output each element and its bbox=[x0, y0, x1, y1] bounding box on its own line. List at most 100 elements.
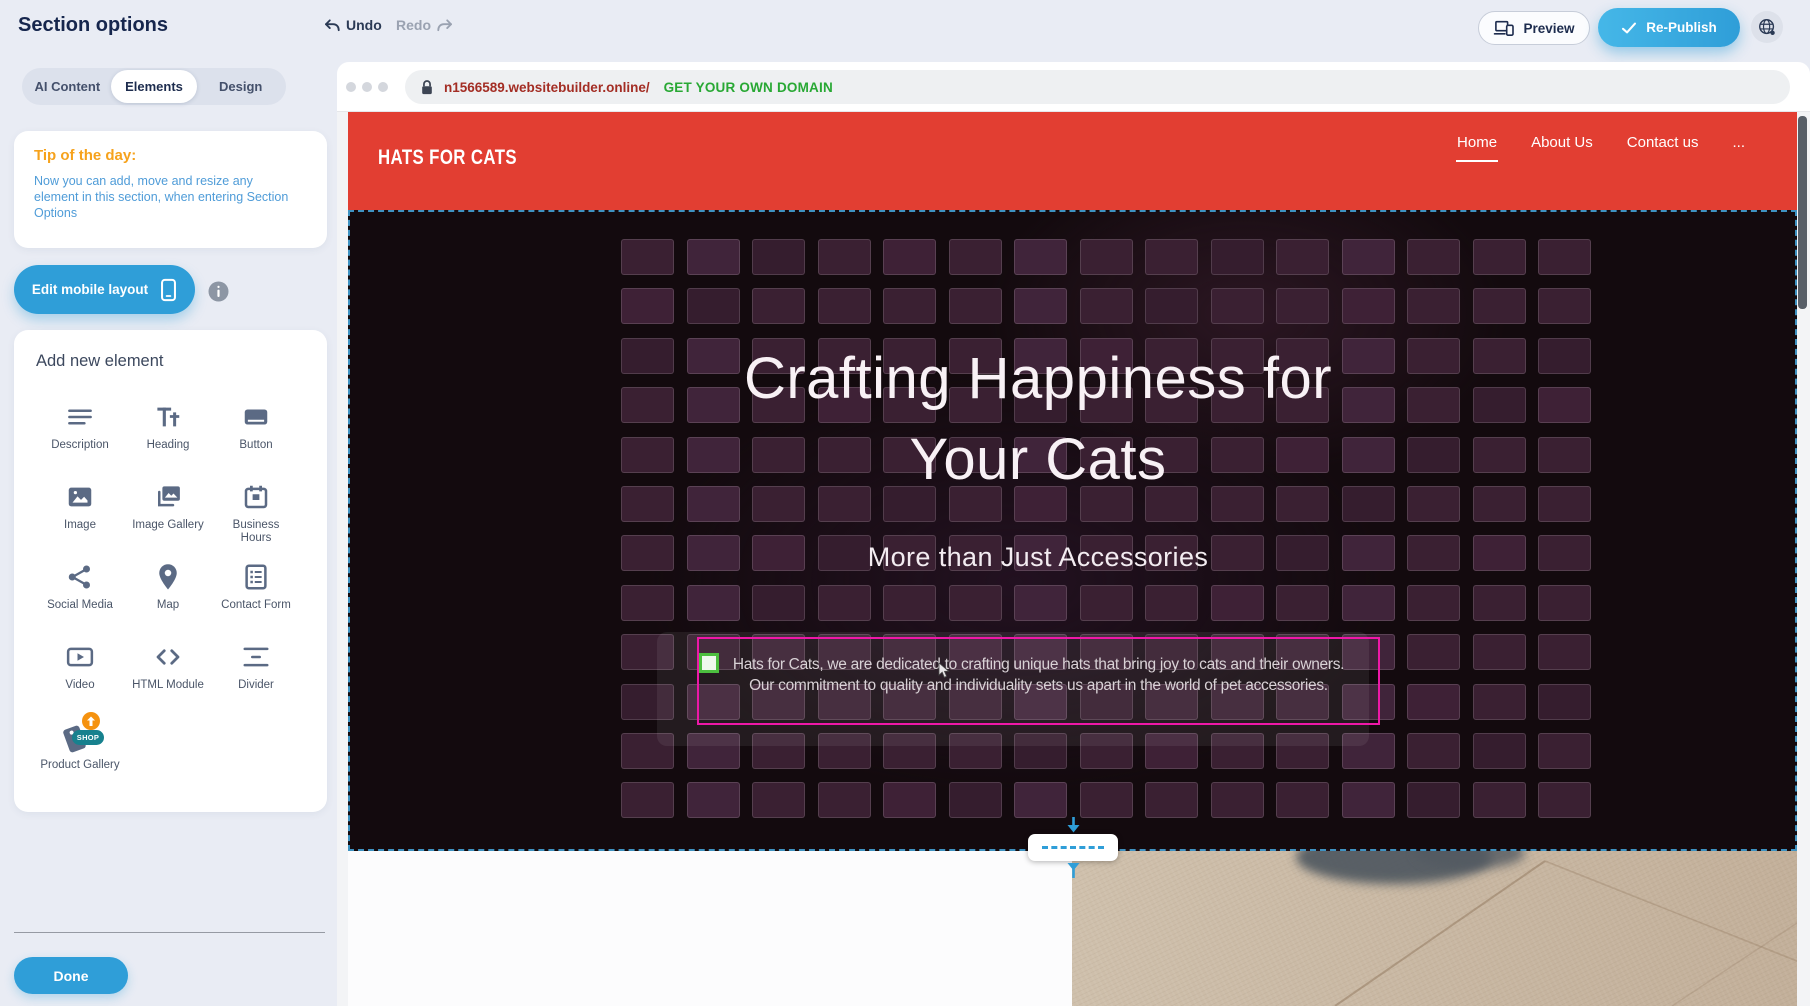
hero-tile bbox=[1014, 288, 1067, 324]
hero-tile bbox=[687, 288, 740, 324]
hero-tile bbox=[1014, 239, 1067, 275]
republish-label: Re-Publish bbox=[1646, 20, 1717, 35]
page-scrollbar-thumb[interactable] bbox=[1798, 116, 1807, 309]
browser-chrome: n1566589.websitebuilder.online/ GET YOUR… bbox=[337, 62, 1810, 112]
site-url[interactable]: n1566589.websitebuilder.online/ bbox=[444, 80, 650, 95]
hero-tile bbox=[752, 782, 805, 818]
hero-tile bbox=[1211, 288, 1264, 324]
section-resize-handle[interactable] bbox=[1028, 817, 1118, 881]
window-dots bbox=[346, 82, 388, 92]
arrow-up-icon bbox=[1066, 861, 1081, 878]
sidebar-tabs: AI Content Elements Design bbox=[22, 68, 286, 105]
hero-tile bbox=[949, 782, 1002, 818]
hero-section[interactable]: Crafting Happiness for Your Cats More th… bbox=[348, 210, 1797, 851]
element-image[interactable]: Image bbox=[36, 471, 124, 551]
redo-button[interactable]: Redo bbox=[396, 17, 454, 33]
site-nav: Home About Us Contact us ... bbox=[1457, 134, 1745, 151]
tip-title: Tip of the day: bbox=[34, 147, 307, 164]
tip-body: Now you can add, move and resize any ele… bbox=[34, 173, 292, 221]
done-button[interactable]: Done bbox=[14, 957, 128, 994]
hero-tile bbox=[1538, 634, 1591, 670]
element-button[interactable]: Button bbox=[212, 391, 300, 471]
hero-tile bbox=[621, 782, 674, 818]
hero-tile bbox=[1407, 634, 1460, 670]
heading-tt-icon bbox=[152, 401, 184, 433]
hero-tile bbox=[1407, 288, 1460, 324]
element-contact-form[interactable]: Contact Form bbox=[212, 551, 300, 631]
hero-tile bbox=[818, 585, 871, 621]
tab-elements[interactable]: Elements bbox=[111, 70, 198, 103]
hero-tile bbox=[1538, 733, 1591, 769]
hero-tile bbox=[1211, 782, 1264, 818]
hero-tile bbox=[1407, 733, 1460, 769]
info-icon[interactable] bbox=[208, 281, 229, 302]
window-dot bbox=[346, 82, 356, 92]
text-lines-icon bbox=[64, 401, 96, 433]
element-business-hours[interactable]: Business Hours bbox=[212, 471, 300, 551]
element-map[interactable]: Map bbox=[124, 551, 212, 631]
hero-tile bbox=[1211, 239, 1264, 275]
republish-button[interactable]: Re-Publish bbox=[1598, 8, 1740, 47]
hero-subheading[interactable]: More than Just Accessories bbox=[698, 542, 1378, 573]
next-section-background[interactable] bbox=[348, 851, 1072, 1006]
hero-tile bbox=[1014, 782, 1067, 818]
tab-ai-content[interactable]: AI Content bbox=[24, 70, 111, 103]
hero-tile bbox=[1538, 387, 1591, 423]
hero-description-selected[interactable]: Hats for Cats, we are dedicated to craft… bbox=[697, 637, 1380, 725]
hero-tile bbox=[1407, 338, 1460, 374]
tab-design[interactable]: Design bbox=[197, 70, 284, 103]
element-social-media[interactable]: Social Media bbox=[36, 551, 124, 631]
hero-tile bbox=[1145, 288, 1198, 324]
form-icon bbox=[240, 561, 272, 593]
site-logo[interactable]: HATS FOR CATS bbox=[378, 146, 517, 170]
element-video[interactable]: Video bbox=[36, 631, 124, 711]
get-domain-link[interactable]: GET YOUR OWN DOMAIN bbox=[664, 80, 833, 95]
address-bar[interactable]: n1566589.websitebuilder.online/ GET YOUR… bbox=[405, 70, 1790, 104]
hero-tile bbox=[1473, 535, 1526, 571]
hero-tile bbox=[621, 387, 674, 423]
hero-tile bbox=[621, 585, 674, 621]
hero-tile bbox=[1538, 437, 1591, 473]
element-heading[interactable]: Heading bbox=[124, 391, 212, 471]
hero-tile bbox=[883, 585, 936, 621]
hero-tile bbox=[1407, 486, 1460, 522]
undo-icon bbox=[323, 18, 340, 33]
hero-tile bbox=[1473, 239, 1526, 275]
window-dot bbox=[378, 82, 388, 92]
hero-tile bbox=[1407, 535, 1460, 571]
element-html-module[interactable]: HTML Module bbox=[124, 631, 212, 711]
hero-tile bbox=[1538, 684, 1591, 720]
hero-heading[interactable]: Crafting Happiness for Your Cats bbox=[698, 338, 1378, 500]
hero-tile bbox=[1473, 338, 1526, 374]
element-image-gallery[interactable]: Image Gallery bbox=[124, 471, 212, 551]
element-drag-handle[interactable] bbox=[699, 653, 719, 673]
calendar-icon bbox=[240, 481, 272, 513]
element-product-gallery[interactable]: SHOP Product Gallery bbox=[36, 711, 124, 791]
hero-tile bbox=[1407, 437, 1460, 473]
hero-tile bbox=[883, 288, 936, 324]
hero-tile bbox=[1473, 387, 1526, 423]
hero-tile bbox=[1538, 239, 1591, 275]
nav-more-menu[interactable]: ... bbox=[1732, 134, 1745, 151]
language-globe-button[interactable] bbox=[1751, 11, 1783, 43]
next-section-image[interactable] bbox=[1072, 851, 1797, 1006]
hero-tile bbox=[949, 288, 1002, 324]
preview-button[interactable]: Preview bbox=[1478, 11, 1590, 45]
nav-home[interactable]: Home bbox=[1457, 134, 1497, 151]
hero-tile bbox=[1473, 437, 1526, 473]
code-brackets-icon bbox=[152, 641, 184, 673]
share-icon bbox=[64, 561, 96, 593]
nav-about-us[interactable]: About Us bbox=[1531, 134, 1593, 151]
page-title: Section options bbox=[18, 14, 168, 37]
hero-tile bbox=[1538, 288, 1591, 324]
hero-tile bbox=[883, 782, 936, 818]
edit-mobile-layout-button[interactable]: Edit mobile layout bbox=[14, 265, 195, 314]
element-description[interactable]: Description bbox=[36, 391, 124, 471]
site-header[interactable]: HATS FOR CATS Home About Us Contact us .… bbox=[348, 112, 1797, 210]
image-gallery-icon bbox=[152, 481, 184, 513]
add-new-element-title: Add new element bbox=[36, 352, 327, 371]
undo-label: Undo bbox=[346, 17, 382, 33]
undo-button[interactable]: Undo bbox=[323, 17, 382, 33]
nav-contact-us[interactable]: Contact us bbox=[1627, 134, 1699, 151]
element-divider[interactable]: Divider bbox=[212, 631, 300, 711]
